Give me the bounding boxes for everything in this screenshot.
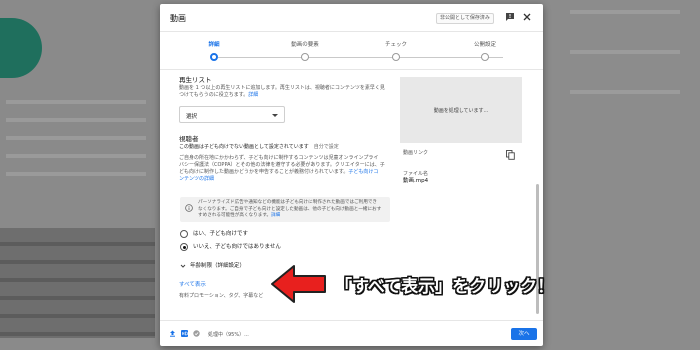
playlist-select-value: 選択 <box>186 114 198 120</box>
stepper-line <box>218 57 503 58</box>
dialog-title: 動画 <box>170 14 186 23</box>
processing-text: 動画を処理しています... <box>433 108 489 114</box>
kids-content-link-2[interactable]: ンテンツの詳細 <box>179 176 214 183</box>
check-circle-icon <box>193 330 200 337</box>
playlist-details-link[interactable]: 詳細 <box>248 92 258 98</box>
playlist-description: 動画を 1 つ以上の再生リストに追加します。再生リストは、視聴者にコンテンツを素… <box>179 85 385 91</box>
audience-body-2: バシー保護法（COPPA）とその他の法律を遵守する必要があります。クリエイターに… <box>179 162 385 168</box>
hd-icon <box>181 330 188 337</box>
kids-content-link[interactable]: 子ども向けコ <box>348 169 378 175</box>
video-preview: 動画を処理しています... <box>400 77 522 143</box>
age-restriction-toggle[interactable]: 年齢制限（詳細設定） <box>190 263 245 270</box>
audience-body-1: ご自身の所在地にかかわらず、子ども向けに制作するコンテンツは児童オンラインプライ <box>179 155 379 161</box>
audience-status: この動画は子ども向けでない動画として設定されています 自分で設定 <box>179 144 339 150</box>
chevron-down-icon[interactable] <box>180 263 186 269</box>
sidebar-item <box>6 172 146 176</box>
playlist-heading: 再生リスト <box>179 76 212 84</box>
sidebar-item <box>6 100 146 104</box>
info-icon <box>185 204 193 212</box>
playlist-select[interactable]: 選択 <box>179 106 285 123</box>
copy-icon[interactable] <box>506 150 515 160</box>
step-details-label[interactable]: 詳細 <box>208 40 219 48</box>
close-icon[interactable] <box>522 12 532 22</box>
kids-no-label[interactable]: いいえ、子ども向けではありません <box>193 244 281 251</box>
step-elements-label[interactable]: 動画の要素 <box>291 40 319 48</box>
step-visibility-dot[interactable] <box>481 53 489 61</box>
kids-yes-radio[interactable] <box>180 230 188 238</box>
channel-avatar <box>0 18 42 78</box>
step-checks-label[interactable]: チェック <box>385 40 407 48</box>
background-text <box>570 90 680 94</box>
step-details-dot[interactable] <box>210 53 218 61</box>
sidebar-item <box>6 154 146 158</box>
audience-heading: 視聴者 <box>179 135 199 143</box>
next-button[interactable]: 次へ <box>511 328 537 340</box>
video-link-label: 動画リンク <box>403 150 429 156</box>
upload-stepper: 詳細 動画の要素 チェック 公開設定 <box>160 32 543 70</box>
info-line-3: すめされる可能性が高くなります。詳細 <box>198 213 281 218</box>
background-panel <box>540 0 700 350</box>
dialog-header: 動画 非公開として保存済み <box>160 4 543 32</box>
kids-no-radio[interactable] <box>180 243 188 251</box>
chevron-down-icon <box>272 114 278 117</box>
kids-yes-label[interactable]: はい、子ども向けです <box>193 231 248 238</box>
processing-status: 処理中（95%）... <box>208 332 249 338</box>
info-details-link[interactable]: 詳細 <box>271 213 280 218</box>
audience-body-3: ども向けに制作した動画かどうかを申告することが義務付けられています。子ども向けコ <box>179 169 379 175</box>
sidebar-item <box>6 136 146 140</box>
filename-label: ファイル名 <box>403 171 429 177</box>
sidebar-item <box>6 118 146 122</box>
annotation-text: 「すべて表示」をクリック！ <box>335 277 555 297</box>
step-visibility-label[interactable]: 公開設定 <box>474 40 496 48</box>
upload-icon <box>170 330 175 337</box>
save-private-badge[interactable]: 非公開として保存済み <box>436 13 494 24</box>
dialog-footer: 処理中（95%）... 次へ <box>160 320 543 346</box>
background-thumbnails <box>0 228 155 338</box>
feedback-icon[interactable] <box>505 12 515 22</box>
background-text <box>570 10 680 14</box>
background-text <box>570 50 680 54</box>
playlist-description-2: つけてもらうのに役立ちます。詳細 <box>179 92 259 98</box>
step-checks-dot[interactable] <box>392 53 400 61</box>
show-all-link[interactable]: すべて表示 <box>179 282 206 289</box>
annotation-arrow-icon <box>271 265 326 303</box>
step-elements-dot[interactable] <box>301 53 309 61</box>
filename-value: 動画.mp4 <box>403 178 429 184</box>
kids-info-box: パーソナライズド広告や通知などの機能は子ども向けに制作された動画ではご利用でき … <box>180 197 390 222</box>
show-all-subtitle: 有料プロモーション、タグ、字幕など <box>179 293 264 299</box>
